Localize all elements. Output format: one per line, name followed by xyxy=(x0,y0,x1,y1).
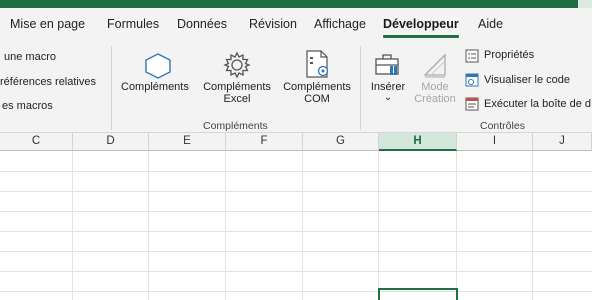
window-corner xyxy=(578,0,592,8)
view-code-icon xyxy=(465,73,479,87)
column-header-j[interactable]: J xyxy=(533,133,592,151)
tab-mise-en-page[interactable]: Mise en page xyxy=(10,17,85,31)
complements-com-button[interactable]: Compléments COM xyxy=(280,81,354,105)
grid-line xyxy=(0,271,592,272)
visualiser-code-button[interactable]: Visualiser le code xyxy=(484,74,570,86)
tab-revision[interactable]: Révision xyxy=(249,17,297,31)
grid-line xyxy=(0,171,592,172)
column-header-e[interactable]: E xyxy=(149,133,226,151)
relative-references-button[interactable]: références relatives xyxy=(0,76,96,88)
column-header-g[interactable]: G xyxy=(303,133,379,151)
grid-line xyxy=(0,291,592,292)
active-cell[interactable] xyxy=(378,288,458,300)
tab-donnees[interactable]: Données xyxy=(177,17,227,31)
tab-aide[interactable]: Aide xyxy=(478,17,503,31)
gear-icon xyxy=(223,51,251,79)
properties-icon xyxy=(465,49,479,63)
com-addin-icon xyxy=(306,50,329,78)
record-macro-button[interactable]: une macro xyxy=(4,51,56,63)
complements-excel-button[interactable]: Compléments Excel xyxy=(201,81,273,105)
grid-line xyxy=(148,151,149,300)
grid-line xyxy=(0,251,592,252)
mode-creation-line1: Mode xyxy=(421,81,449,93)
grid-line xyxy=(456,151,457,300)
executer-boite-button[interactable]: Exécuter la boîte de d xyxy=(484,98,591,110)
grid-line xyxy=(378,151,379,300)
mode-creation-button[interactable]: Mode Création xyxy=(410,81,460,105)
run-dialog-icon xyxy=(465,97,479,111)
column-header-h[interactable]: H xyxy=(379,133,457,151)
grid-line xyxy=(0,211,592,212)
grid-line xyxy=(532,151,533,300)
mode-creation-line2: Création xyxy=(414,93,456,105)
controles-group-label: Contrôles xyxy=(480,120,525,132)
grid-line xyxy=(72,151,73,300)
grid-line xyxy=(0,191,592,192)
complements-com-line1: Compléments xyxy=(283,81,351,93)
hexagon-icon xyxy=(145,53,171,79)
column-header-i[interactable]: I xyxy=(457,133,533,151)
complements-excel-line1: Compléments xyxy=(203,81,271,93)
column-header-d[interactable]: D xyxy=(73,133,149,151)
inserer-button[interactable]: Insérer ⌄ xyxy=(366,81,410,103)
grid-line xyxy=(302,151,303,300)
column-header-f[interactable]: F xyxy=(226,133,303,151)
tab-affichage[interactable]: Affichage xyxy=(314,17,366,31)
toolbox-icon xyxy=(375,54,399,75)
complements-button[interactable]: Compléments xyxy=(121,81,189,93)
complements-excel-line2: Excel xyxy=(223,93,251,105)
macro-security-button[interactable]: es macros xyxy=(2,100,53,112)
tab-formules[interactable]: Formules xyxy=(107,17,159,31)
grid-line xyxy=(225,151,226,300)
complements-group-label: Compléments xyxy=(203,120,268,132)
column-header-c[interactable]: C xyxy=(0,133,73,151)
worksheet-grid[interactable]: C D E F G H I J xyxy=(0,133,592,300)
title-bar-strip xyxy=(0,0,592,8)
ribbon-panel: une macro références relatives es macros… xyxy=(0,41,592,133)
chevron-down-icon: ⌄ xyxy=(383,92,393,103)
group-separator xyxy=(111,46,112,130)
ribbon-tabs: Mise en page Formules Données Révision A… xyxy=(0,8,592,41)
design-mode-icon xyxy=(423,53,446,78)
grid-line xyxy=(0,231,592,232)
proprietes-button[interactable]: Propriétés xyxy=(484,49,534,61)
group-separator xyxy=(360,46,361,130)
complements-com-line2: COM xyxy=(304,93,330,105)
tab-developpeur[interactable]: Développeur xyxy=(383,17,459,38)
